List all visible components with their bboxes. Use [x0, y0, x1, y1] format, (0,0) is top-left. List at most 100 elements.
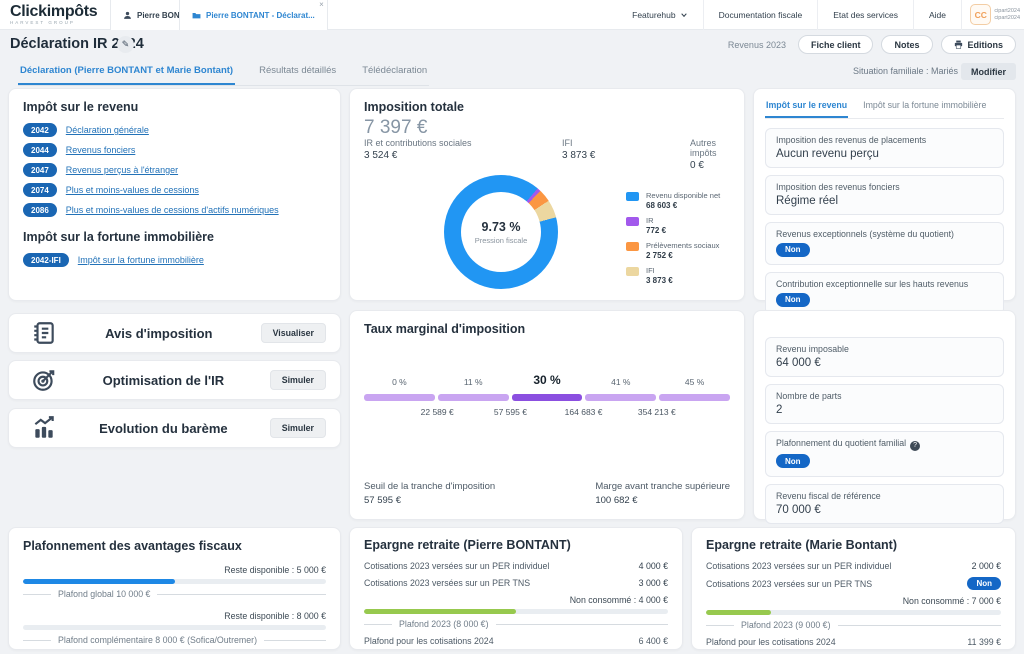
form-link-revenus-fonciers[interactable]: Revenus fonciers [66, 145, 136, 155]
journal-icon [31, 320, 57, 346]
subcard-revenus-fonciers[interactable]: Imposition des revenus fonciers Régime r… [765, 175, 1004, 215]
form-row-2074: 2074 Plus et moins-values de cessions [23, 183, 326, 197]
user-account[interactable]: CC cipart2024 cipart2024 [970, 4, 1020, 25]
tmi-rate-label: 30 % [512, 373, 583, 387]
declaration-tab[interactable]: Pierre BONTANT - Déclarat... × [179, 0, 328, 30]
subcard-revenu-fiscal-reference[interactable]: Revenu fiscal de référence 70 000 € [765, 484, 1004, 524]
legend-item: IFI 3 873 € [626, 266, 720, 285]
visualiser-button[interactable]: Visualiser [261, 323, 326, 343]
legend-swatch [626, 267, 639, 276]
chevron-down-icon [680, 11, 688, 19]
situation-familiale-label: Situation familiale : Mariés [853, 66, 958, 76]
donut-legend: Revenu disponible net 68 603 € IR 772 € … [626, 191, 720, 291]
cotisation-row: Cotisations 2023 versées sur un PER TNS … [364, 577, 668, 588]
nav-documentation-fiscale[interactable]: Documentation fiscale [703, 0, 818, 30]
tab-teledeclaration[interactable]: Télédéclaration [360, 60, 429, 85]
top-bar: Clickimpôts HARVEST GROUP Pierre BONTANT… [0, 0, 1024, 30]
account-name: cipart2024 cipart2024 [994, 8, 1020, 22]
tmi-threshold: 57 595 € [494, 407, 527, 417]
subcard-revenus-exceptionnels[interactable]: Revenus exceptionnels (système du quotie… [765, 222, 1004, 265]
legend-item: IR 772 € [626, 216, 720, 235]
bar-chart-icon [31, 415, 57, 441]
tab-resultats-detailles[interactable]: Résultats détaillés [257, 60, 338, 85]
form-code-badge: 2047 [23, 163, 57, 177]
form-code-badge: 2042-IFI [23, 253, 69, 267]
donut-center-value: 9.73 % [482, 220, 521, 234]
brand-name: Clickimpôts [10, 3, 97, 21]
forms-card: Impôt sur le revenu 2042 Déclaration gén… [8, 88, 341, 301]
status-badge: Non [776, 243, 810, 257]
editions-button[interactable]: Editions [941, 35, 1017, 54]
revenu-details-panel: Revenu imposable 64 000 € Nombre de part… [753, 310, 1016, 520]
nav-etat-des-services[interactable]: Etat des services [817, 0, 913, 30]
subcard-plafonnement-quotient[interactable]: Plafonnement du quotient familial? Non [765, 431, 1004, 477]
person-icon [123, 11, 132, 20]
close-icon[interactable]: × [319, 0, 324, 9]
form-code-badge: 2086 [23, 203, 57, 217]
section-title-ir: Impôt sur le revenu [23, 100, 326, 114]
modifier-button[interactable]: Modifier [961, 63, 1016, 80]
taux-marginal-card: Taux marginal d'imposition 0 % 11 % 30 %… [349, 310, 745, 520]
imposition-col-ifi: IFI 3 873 € [562, 138, 595, 161]
plafond-complementaire-progress [23, 625, 326, 630]
app-logo: Clickimpôts HARVEST GROUP [10, 3, 97, 25]
plafond-global-progress [23, 579, 326, 584]
action-title: Optimisation de l'IR [57, 373, 270, 388]
cotisation-row: Cotisations 2023 versées sur un PER indi… [706, 560, 1001, 571]
form-code-badge: 2044 [23, 143, 57, 157]
status-badge: Non [776, 293, 810, 307]
imposition-totale-card: Imposition totale 7 397 € IR et contribu… [349, 88, 745, 301]
section-title-ifi: Impôt sur la fortune immobilière [23, 230, 326, 244]
panel-tab-ir[interactable]: Impôt sur le revenu [765, 98, 848, 118]
plafond-2023-progress [706, 610, 1001, 615]
non-consomme-label: Non consommé : 4 000 € [364, 595, 668, 605]
tmi-threshold: 354 213 € [638, 407, 676, 417]
donut-center-label: Pression fiscale [475, 236, 528, 245]
declaration-tab-label: Pierre BONTANT - Déclarat... [206, 11, 315, 20]
page-tabs-row: Déclaration (Pierre BONTANT et Marie Bon… [0, 58, 1024, 86]
plafond-2024-row: Plafond pour les cotisations 2024 6 400 … [364, 636, 668, 646]
tab-declaration[interactable]: Déclaration (Pierre BONTANT et Marie Bon… [18, 60, 235, 85]
form-link-ifi[interactable]: Impôt sur la fortune immobilière [78, 255, 204, 265]
imposition-col-ir: IR et contributions sociales 3 524 € [364, 138, 472, 161]
tmi-rate-label: 11 % [438, 377, 509, 387]
folder-icon [192, 11, 201, 20]
pencil-icon: ✎ [122, 39, 130, 50]
top-nav: Featurehub Documentation fiscale Etat de… [617, 0, 962, 30]
nav-aide[interactable]: Aide [913, 0, 962, 30]
legend-swatch [626, 242, 639, 251]
plafond-2023-caption: Plafond 2023 (9 000 €) [741, 620, 831, 630]
status-badge: Non [967, 577, 1001, 590]
form-link-actifs-numeriques[interactable]: Plus et moins-values de cessions d'actif… [66, 205, 279, 215]
toolbar-row: Déclaration IR 2024 ✎ Revenus 2023 Fiche… [0, 30, 1024, 58]
tmi-segment [659, 394, 730, 401]
form-link-revenus-etranger[interactable]: Revenus perçus à l'étranger [66, 165, 178, 175]
form-code-badge: 2042 [23, 123, 57, 137]
plafonnement-avantages-card: Plafonnement des avantages fiscaux Reste… [8, 527, 341, 650]
subcard-revenu-imposable[interactable]: Revenu imposable 64 000 € [765, 337, 1004, 377]
simuler-button[interactable]: Simuler [270, 370, 326, 390]
form-row-2086: 2086 Plus et moins-values de cessions d'… [23, 203, 326, 217]
plafonnement-title: Plafonnement des avantages fiscaux [23, 539, 326, 553]
avatar[interactable]: CC [970, 4, 991, 25]
subcard-contribution-hauts-revenus[interactable]: Contribution exceptionnelle sur les haut… [765, 272, 1004, 315]
tmi-rate-label: 0 % [364, 377, 435, 387]
nav-featurehub[interactable]: Featurehub [617, 0, 702, 30]
panel-tab-ifi[interactable]: Impôt sur la fortune immobilière [862, 98, 987, 118]
subcard-revenus-placements[interactable]: Imposition des revenus de placements Auc… [765, 128, 1004, 168]
simuler-button[interactable]: Simuler [270, 418, 326, 438]
form-link-plus-values[interactable]: Plus et moins-values de cessions [66, 185, 199, 195]
subcard-nombre-de-parts[interactable]: Nombre de parts 2 [765, 384, 1004, 424]
edit-title-button[interactable]: ✎ [117, 36, 134, 53]
notes-button[interactable]: Notes [881, 35, 932, 54]
status-badge: Non [776, 454, 810, 468]
main-content: Impôt sur le revenu 2042 Déclaration gén… [0, 86, 1024, 654]
panel-tabs: Impôt sur le revenu Impôt sur la fortune… [765, 98, 1004, 119]
form-link-declaration-generale[interactable]: Déclaration générale [66, 125, 149, 135]
help-icon[interactable]: ? [910, 441, 920, 451]
plafond-2023-caption: Plafond 2023 (8 000 €) [399, 619, 489, 629]
plafond-2024-row: Plafond pour les cotisations 2024 11 399… [706, 637, 1001, 647]
toolbar-actions: Revenus 2023 Fiche client Notes Editions [728, 35, 1016, 54]
fiche-client-button[interactable]: Fiche client [798, 35, 874, 54]
target-icon [31, 367, 57, 393]
